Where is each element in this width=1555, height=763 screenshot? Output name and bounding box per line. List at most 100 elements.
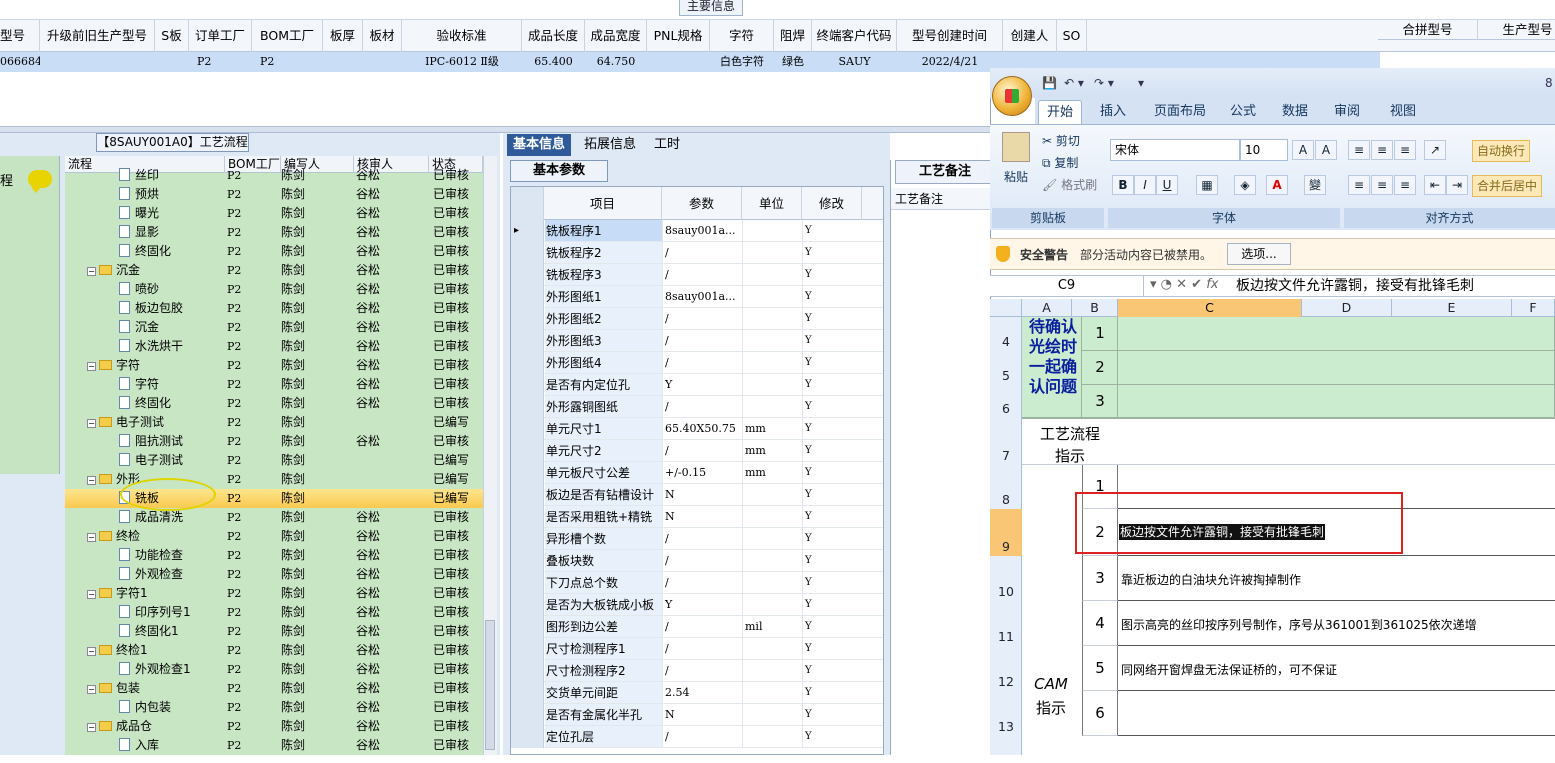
ribbon-tab[interactable]: 页面布局 [1146,100,1214,124]
tab-work-hours[interactable]: 工时 [648,134,686,156]
flow-tree-row[interactable]: − 字符1 P2 陈剑 谷松 已审核 [65,584,483,603]
ribbon-tab[interactable]: 开始 [1038,100,1083,124]
flow-tree-row[interactable]: − 成品仓 P2 陈剑 谷松 已审核 [65,717,483,736]
params-cell[interactable]: / [662,440,742,461]
flow-tree-row[interactable]: − 电子测试 P2 陈剑 已编写 [65,413,483,432]
column-header[interactable]: D [1302,299,1392,317]
row-header[interactable]: 7 [990,418,1022,465]
params-cell[interactable]: N [662,506,742,527]
params-row[interactable]: 单元尺寸1 65.40X50.75 mm Y [511,418,883,440]
flow-tree-row[interactable]: 内包装 P2 陈剑 谷松 已审核 [65,698,483,717]
flow-tree-row[interactable]: 丝印 P2 陈剑 谷松 已审核 [65,166,483,185]
flow-tree-scroll-thumb[interactable] [485,620,495,750]
tab-extended-info[interactable]: 拓展信息 [578,134,642,156]
save-icon[interactable]: 💾 [1042,76,1057,90]
align-right-icon[interactable]: ≡ [1394,175,1416,195]
flow-tree-row[interactable]: 终固化1 P2 陈剑 谷松 已审核 [65,622,483,641]
tab-process-notes[interactable]: 工艺备注 [895,160,995,184]
flow-tree-row[interactable]: 终固化 P2 陈剑 谷松 已审核 [65,242,483,261]
row-header[interactable]: 6 [990,385,1022,418]
pending-confirm-label[interactable]: 待确认光绘时一起确认问题 [1024,317,1082,397]
flow-tree-row[interactable]: − 终检 P2 陈剑 谷松 已审核 [65,527,483,546]
ribbon-tab[interactable]: 公式 [1222,100,1264,124]
collapse-icon[interactable]: − [87,723,96,732]
grid-col-header[interactable]: 终端客户代码 [812,20,897,52]
copy-button[interactable]: ⧉ 复制 [1042,154,1078,171]
grid-col-header[interactable]: 订单工厂 [189,20,252,52]
params-cell[interactable]: Y [662,374,742,395]
params-cell[interactable]: / [662,352,742,373]
customize-qat-icon[interactable]: ▾ [1138,76,1144,90]
security-options-button[interactable]: 选项... [1227,243,1291,265]
params-col-header[interactable]: 修改 [802,187,862,220]
decrease-indent-icon[interactable]: ⇤ [1424,175,1446,195]
grid-col-header[interactable]: 生产型号 [1478,20,1555,40]
row-header[interactable]: 8 [990,465,1022,509]
params-row[interactable]: 异形槽个数 / Y [511,528,883,550]
params-col-header[interactable]: 项目 [544,187,662,220]
params-cell[interactable]: 8sauy001a... [662,220,742,241]
grid-col-header[interactable]: 板材 [363,20,402,52]
border-icon[interactable]: ▦ [1196,175,1218,195]
align-bottom-icon[interactable]: ≡ [1394,140,1416,160]
tab-basic-params[interactable]: 基本参数 [510,160,608,182]
orientation-icon[interactable]: ↗ [1424,140,1446,160]
row-header[interactable]: 11 [990,601,1022,646]
increase-indent-icon[interactable]: ⇥ [1446,175,1468,195]
bold-icon[interactable]: B [1112,175,1134,195]
params-row[interactable]: 外形图纸4/ Y [511,352,883,374]
params-cell[interactable]: N [662,484,742,505]
font-color-icon[interactable]: A [1266,175,1288,195]
params-row[interactable]: 叠板块数 / Y [511,550,883,572]
params-cell[interactable]: Y [662,594,742,615]
flow-tree-row[interactable]: 曝光 P2 陈剑 谷松 已审核 [65,204,483,223]
sheet-cell[interactable] [1118,691,1555,736]
params-row[interactable]: 下刀点总个数 / Y [511,572,883,594]
flow-tree-row[interactable]: − 沉金 P2 陈剑 谷松 已审核 [65,261,483,280]
name-box[interactable]: C9 [990,276,1144,296]
row-header[interactable]: 12 [990,646,1022,691]
flow-tree-row[interactable]: 外观检查 P2 陈剑 谷松 已审核 [65,565,483,584]
grid-col-header[interactable]: SO [1057,20,1087,52]
flow-tree-row[interactable]: 外观检查1 P2 陈剑 谷松 已审核 [65,660,483,679]
format-painter-button[interactable]: 🖌 格式刷 [1042,176,1097,193]
params-row[interactable]: 图形到边公差 / mil Y [511,616,883,638]
collapse-icon[interactable]: − [87,590,96,599]
params-cell[interactable]: 65.40X50.75 [662,418,742,439]
params-cell[interactable]: 8sauy001a... [662,286,742,307]
align-top-icon[interactable]: ≡ [1348,140,1370,160]
ribbon-tab[interactable]: 视图 [1382,100,1424,124]
select-all-corner[interactable] [990,299,1022,317]
ribbon-tab[interactable]: 审阅 [1326,100,1368,124]
params-col-header[interactable]: 单位 [742,187,802,220]
redo-icon[interactable]: ↷ ▾ [1094,76,1114,90]
params-row[interactable]: 是否为大板铣成小板 Y Y [511,594,883,616]
collapse-icon[interactable]: − [87,647,96,656]
grid-col-header[interactable]: BOM工厂 [252,20,323,52]
params-row[interactable]: ▸ 铣板程序1 8sauy001a... Y [511,220,883,242]
collapse-icon[interactable]: − [87,533,96,542]
grid-col-header[interactable]: 成品宽度 [585,20,647,52]
formula-input[interactable]: 板边按文件允许露铜，接受有批锋毛刺 [1236,276,1474,296]
row-header[interactable]: 5 [990,351,1022,385]
flow-tree-row[interactable]: 预烘 P2 陈剑 谷松 已审核 [65,185,483,204]
params-cell[interactable]: / [662,572,742,593]
paste-button[interactable]: 粘贴 [1004,168,1028,185]
params-cell[interactable]: 2.54 [662,682,742,703]
column-header[interactable]: A [1022,299,1072,317]
flow-tree-row[interactable]: − 终检1 P2 陈剑 谷松 已审核 [65,641,483,660]
splitter[interactable] [0,126,1000,133]
row-header[interactable]: 13 [990,691,1022,736]
params-row[interactable]: 单元板尺寸公差 +/-0.15 mm Y [511,462,883,484]
grid-col-header[interactable]: 板厚 [323,20,363,52]
grid-col-header[interactable]: S板 [155,20,189,52]
params-row[interactable]: 尺寸检测程序1/ Y [511,638,883,660]
font-name-select[interactable]: 宋体 [1110,139,1240,161]
merge-center-button[interactable]: 合并后居中 [1472,175,1543,197]
params-cell[interactable]: / [662,242,742,263]
fill-color-icon[interactable]: ◈ [1234,175,1256,195]
row-header[interactable]: 9 [990,509,1022,556]
params-cell[interactable]: N [662,704,742,725]
sheet-cell[interactable] [1118,317,1555,351]
params-row[interactable]: 外形露铜图纸 / Y [511,396,883,418]
